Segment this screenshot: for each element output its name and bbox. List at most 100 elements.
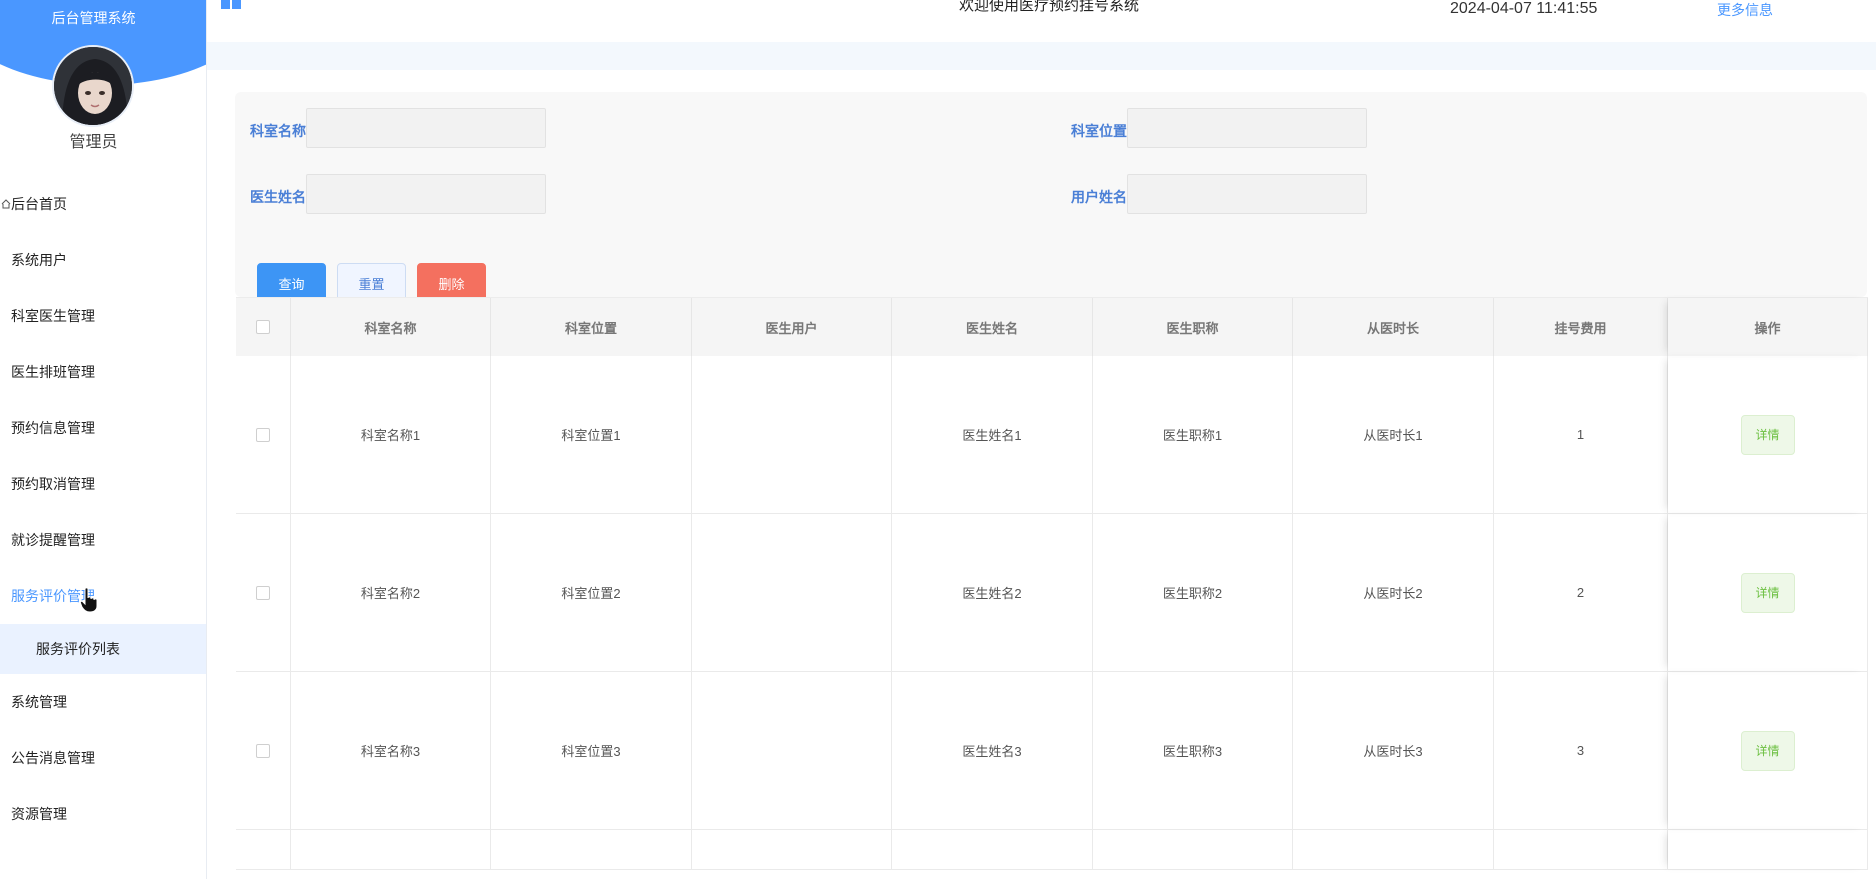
table-cell: 3 xyxy=(1494,672,1668,829)
column-header: 科室名称 xyxy=(291,298,491,356)
sidebar-item-announcements[interactable]: 公告消息管理 xyxy=(0,730,206,786)
action-cell: 详情 xyxy=(1668,672,1868,829)
column-header: 挂号费用 xyxy=(1494,298,1668,356)
content-top-strip xyxy=(207,42,1876,70)
row-checkbox[interactable] xyxy=(256,585,270,600)
sidebar-item-service-reviews[interactable]: 服务评价管理 xyxy=(0,568,206,624)
detail-button[interactable]: 详情 xyxy=(1740,730,1795,771)
row-select-cell xyxy=(236,830,291,869)
user-name-input[interactable] xyxy=(1127,174,1367,214)
sidebar-item-label: 科室医生管理 xyxy=(11,308,95,324)
app-title: 后台管理系统 xyxy=(51,10,136,26)
more-info-link[interactable]: 更多信息 xyxy=(1717,0,1773,20)
welcome-text: 欢迎使用医疗预约挂号系统 xyxy=(959,0,1140,14)
sidebar-item-dept-doctors[interactable]: 科室医生管理 xyxy=(0,288,206,344)
table-cell: 从医时长2 xyxy=(1293,514,1494,671)
dept-location-input[interactable] xyxy=(1127,108,1367,148)
menu-toggle-icon[interactable] xyxy=(221,0,243,12)
sidebar: 后台管理系统 管理员 后台首页 系统用户 科室医生管理 医生排班管理 预约信息管… xyxy=(0,0,207,879)
table-cell: 医生职称2 xyxy=(1093,514,1293,671)
sidebar-item-label: 医生排班管理 xyxy=(11,364,95,380)
sidebar-item-system-users[interactable]: 系统用户 xyxy=(0,232,206,288)
main-content: 科室名称 科室位置 医生姓名 用户姓名 查询 重置 删除 科室名称 科室位置 医… xyxy=(215,70,1876,879)
table-cell: 科室名称1 xyxy=(291,356,491,513)
row-select-cell xyxy=(236,672,291,829)
table-cell: 1 xyxy=(1494,356,1668,513)
user-name-label: 用户姓名 xyxy=(1071,189,1127,205)
table-cell: 医生职称1 xyxy=(1093,356,1293,513)
sidebar-item-label: 系统用户 xyxy=(11,252,67,268)
table-cell xyxy=(692,672,892,829)
table-cell: 从医时长1 xyxy=(1293,356,1494,513)
home-icon xyxy=(1,199,11,209)
column-header: 操作 xyxy=(1668,298,1868,356)
table-cell xyxy=(692,514,892,671)
table-cell: 2 xyxy=(1494,514,1668,671)
top-bar: 欢迎使用医疗预约挂号系统 2024-04-07 11:41:55 更多信息 xyxy=(207,0,1876,42)
avatar-image xyxy=(54,47,132,125)
sidebar-item-resources[interactable]: 资源管理 xyxy=(0,786,206,842)
doctor-name-label: 医生姓名 xyxy=(250,189,306,205)
table-cell: 医生职称3 xyxy=(1093,672,1293,829)
action-cell: 详情 xyxy=(1668,514,1868,671)
table-cell: 科室名称3 xyxy=(291,672,491,829)
search-panel: 科室名称 科室位置 医生姓名 用户姓名 查询 重置 删除 xyxy=(235,92,1867,303)
column-header: 从医时长 xyxy=(1293,298,1494,356)
table-cell: 科室位置2 xyxy=(491,514,692,671)
table-cell xyxy=(291,830,491,869)
table-cell xyxy=(1494,830,1668,869)
table-cell: 医生姓名1 xyxy=(892,356,1093,513)
sidebar-item-appointments[interactable]: 预约信息管理 xyxy=(0,400,206,456)
row-checkbox[interactable] xyxy=(256,743,270,758)
table-cell: 科室位置3 xyxy=(491,672,692,829)
sidebar-item-system-management[interactable]: 系统管理 xyxy=(0,674,206,730)
column-header: 医生姓名 xyxy=(892,298,1093,356)
column-header: 科室位置 xyxy=(491,298,692,356)
table-cell: 科室名称2 xyxy=(291,514,491,671)
table-cell xyxy=(692,356,892,513)
action-cell xyxy=(1668,830,1868,869)
header-select-cell xyxy=(236,298,291,356)
sidebar-item-label: 系统管理 xyxy=(11,694,67,710)
sidebar-menu: 后台首页 系统用户 科室医生管理 医生排班管理 预约信息管理 预约取消管理 就诊… xyxy=(0,176,206,842)
user-role: 管理员 xyxy=(69,134,118,151)
sidebar-item-cancellations[interactable]: 预约取消管理 xyxy=(0,456,206,512)
doctor-name-input[interactable] xyxy=(306,174,546,214)
avatar[interactable] xyxy=(52,45,134,127)
table-row-partial xyxy=(236,830,1868,870)
row-checkbox[interactable] xyxy=(256,427,270,442)
detail-button[interactable]: 详情 xyxy=(1740,414,1795,455)
table-cell xyxy=(692,830,892,869)
table-row: 科室名称1 科室位置1 医生姓名1 医生职称1 从医时长1 1 详情 xyxy=(236,356,1868,514)
sidebar-item-label: 就诊提醒管理 xyxy=(11,532,95,548)
table-cell xyxy=(1093,830,1293,869)
table-row: 科室名称2 科室位置2 医生姓名2 医生职称2 从医时长2 2 详情 xyxy=(236,514,1868,672)
sidebar-subitem-review-list[interactable]: 服务评价列表 xyxy=(0,624,206,674)
sidebar-item-reminders[interactable]: 就诊提醒管理 xyxy=(0,512,206,568)
sidebar-subitem-label: 服务评价列表 xyxy=(36,641,120,657)
dept-name-label: 科室名称 xyxy=(250,123,306,139)
table-cell: 科室位置1 xyxy=(491,356,692,513)
table-cell: 医生姓名2 xyxy=(892,514,1093,671)
sidebar-item-home[interactable]: 后台首页 xyxy=(0,176,206,232)
sidebar-item-label: 资源管理 xyxy=(11,806,67,822)
table-cell xyxy=(491,830,692,869)
dept-name-input[interactable] xyxy=(306,108,546,148)
table-header: 科室名称 科室位置 医生用户 医生姓名 医生职称 从医时长 挂号费用 操作 xyxy=(236,297,1868,356)
sidebar-item-label: 预约信息管理 xyxy=(11,420,95,436)
sidebar-item-label: 公告消息管理 xyxy=(11,750,95,766)
sidebar-item-label: 预约取消管理 xyxy=(11,476,95,492)
table-cell xyxy=(1293,830,1494,869)
sidebar-item-doctor-schedule[interactable]: 医生排班管理 xyxy=(0,344,206,400)
action-cell: 详情 xyxy=(1668,356,1868,513)
detail-button[interactable]: 详情 xyxy=(1740,572,1795,613)
current-datetime: 2024-04-07 11:41:55 xyxy=(1450,0,1598,17)
column-header: 医生用户 xyxy=(692,298,892,356)
select-all-checkbox[interactable] xyxy=(256,320,270,334)
table-cell: 从医时长3 xyxy=(1293,672,1494,829)
row-select-cell xyxy=(236,514,291,671)
table-cell xyxy=(892,830,1093,869)
dept-location-label: 科室位置 xyxy=(1071,123,1127,139)
table-row: 科室名称3 科室位置3 医生姓名3 医生职称3 从医时长3 3 详情 xyxy=(236,672,1868,830)
hand-cursor-icon xyxy=(80,587,98,613)
